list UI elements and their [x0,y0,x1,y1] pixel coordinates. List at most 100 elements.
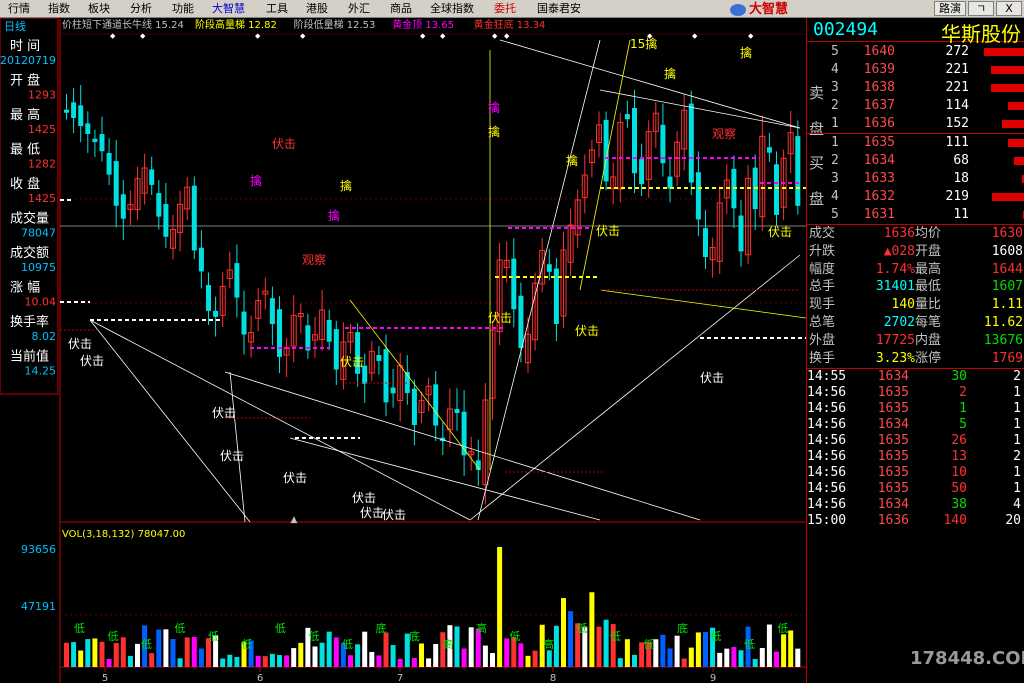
annotation-0: 伏击 [272,137,296,151]
menu-item-7[interactable]: 港股 [306,2,328,16]
volume-bar [369,651,375,667]
volume-bar [766,624,772,667]
volume-marker-14: 高 [543,637,554,651]
stat-row-0: 成交 1636 均价 1630 [809,226,1023,241]
candle-body [156,193,162,217]
menu-item-4[interactable]: 功能 [172,2,194,16]
candle-body [546,264,552,272]
info-label-6: 成交额 [10,245,49,261]
sell-row-5: 5 1640 272 [807,43,1024,61]
volume-bar [624,639,630,667]
menu-item-2[interactable]: 板块 [88,2,110,16]
menu-item-3[interactable]: 分析 [130,2,152,16]
cursor-marker: ▲ [291,515,298,525]
volume-bar [234,657,240,667]
x-tick-label-2: 7 [397,673,403,683]
volume-bar [64,642,69,667]
volume-marker-2: 低 [141,638,152,651]
legend-item-4: 黄金狂底 13.34 [474,18,546,31]
volume-bar [156,629,162,667]
volume-bar [127,655,133,667]
candle-body [411,388,417,425]
restore-button[interactable]: ㄱ [968,1,994,16]
volume-bar [681,658,687,667]
volume-bar [759,647,765,667]
watermark: 178448.COM [910,648,1024,669]
trend-line-9 [599,89,801,129]
volume-bar [291,648,297,667]
tick-row-5: 14:56 1635 13 2 [807,449,1021,464]
volume-marker-15: 低 [577,622,588,635]
candle-body [241,311,247,335]
info-value-3: 1282 [28,158,56,171]
menu-item-0[interactable]: 行情 [8,2,30,16]
annotation-15: 伏击 [220,449,244,463]
volume-marker-11: 高 [443,637,454,651]
candle-body [269,298,275,325]
candle-body [639,159,645,185]
volume-bar [99,641,105,667]
roadshow-button[interactable]: 路演 [934,1,966,16]
stat-row-1: 升跌 ▲028 开盘 1608 [809,243,1023,259]
menu-item-1[interactable]: 指数 [48,2,70,16]
top-marker-2: ◆ [255,32,261,40]
annotation-4: 擒 [488,100,500,115]
volume-bar [227,654,233,667]
tick-row-3: 14:56 1634 5 1 [807,417,1021,432]
volume-bar [184,637,190,667]
volume-bar [589,592,595,667]
candle-body [206,285,211,311]
menu-item-8[interactable]: 外汇 [348,2,370,16]
annotation-5: 擒 [328,208,340,223]
menu-item-6[interactable]: 工具 [266,2,288,16]
volume-bar [788,630,794,667]
volume-bar [78,650,84,667]
volume-bar [277,655,282,667]
volume-marker-13: 低 [510,630,521,643]
volume-bar [497,547,503,667]
buy-row-4: 4 1632 219 [807,188,1024,206]
buy-row-2: 2 1634 68 [807,152,1024,170]
tick-row-7: 14:56 1635 50 1 [807,481,1021,496]
info-value-6: 10975 [21,261,56,274]
brand-text: 大智慧 [749,2,789,17]
info-label-1: 开 盘 [10,73,40,89]
volume-bar [674,635,680,667]
close-button[interactable]: X [996,1,1022,16]
annotation-3: 擒 [250,173,262,188]
candle-body [106,153,112,175]
volume-bar [411,657,417,667]
info-label-3: 最 低 [10,143,40,158]
annotation-14: 伏击 [212,406,236,420]
menu-item-10[interactable]: 全球指数 [430,2,474,16]
volume-bar [490,653,495,667]
volume-bar [703,632,708,667]
menu-item-9[interactable]: 商品 [390,2,412,16]
globe-icon [730,3,746,16]
candle-body [688,103,694,183]
volume-bar [795,648,801,667]
candle-body [518,295,524,348]
kline-chart[interactable]: 日线 价柱短下通道长牛线 15.24 阶段高量梯 12.82 阶段低量梯 12.53 黄… [0,18,806,683]
volume-bar [596,626,602,667]
volume-bar [603,619,609,667]
info-label-2: 最 高 [10,107,40,123]
info-value-1: 1293 [28,89,56,102]
menu-item-11[interactable]: 委托 [494,2,516,16]
volume-bar [383,632,389,667]
candle-body [632,107,637,174]
annotation-11: 15擒 [630,36,657,51]
volume-bar [113,642,119,667]
annotation-24: 伏击 [768,225,792,239]
info-value-4: 1425 [28,192,56,205]
stat-row-2: 幅度 1.74% 最高 1644 [809,261,1023,277]
info-label-9: 当前值 [10,349,49,365]
volume-marker-19: 低 [711,630,722,643]
volume-axis-mid: 47191 [21,600,56,613]
info-value-7: 10.04 [25,296,57,309]
volume-marker-4: 低 [208,630,219,643]
menu-item-12[interactable]: 国泰君安 [537,2,581,16]
candle-body [695,172,701,220]
buy-row-3: 3 1633 18 [807,170,1024,188]
menu-item-5[interactable]: 大智慧 [212,2,245,16]
